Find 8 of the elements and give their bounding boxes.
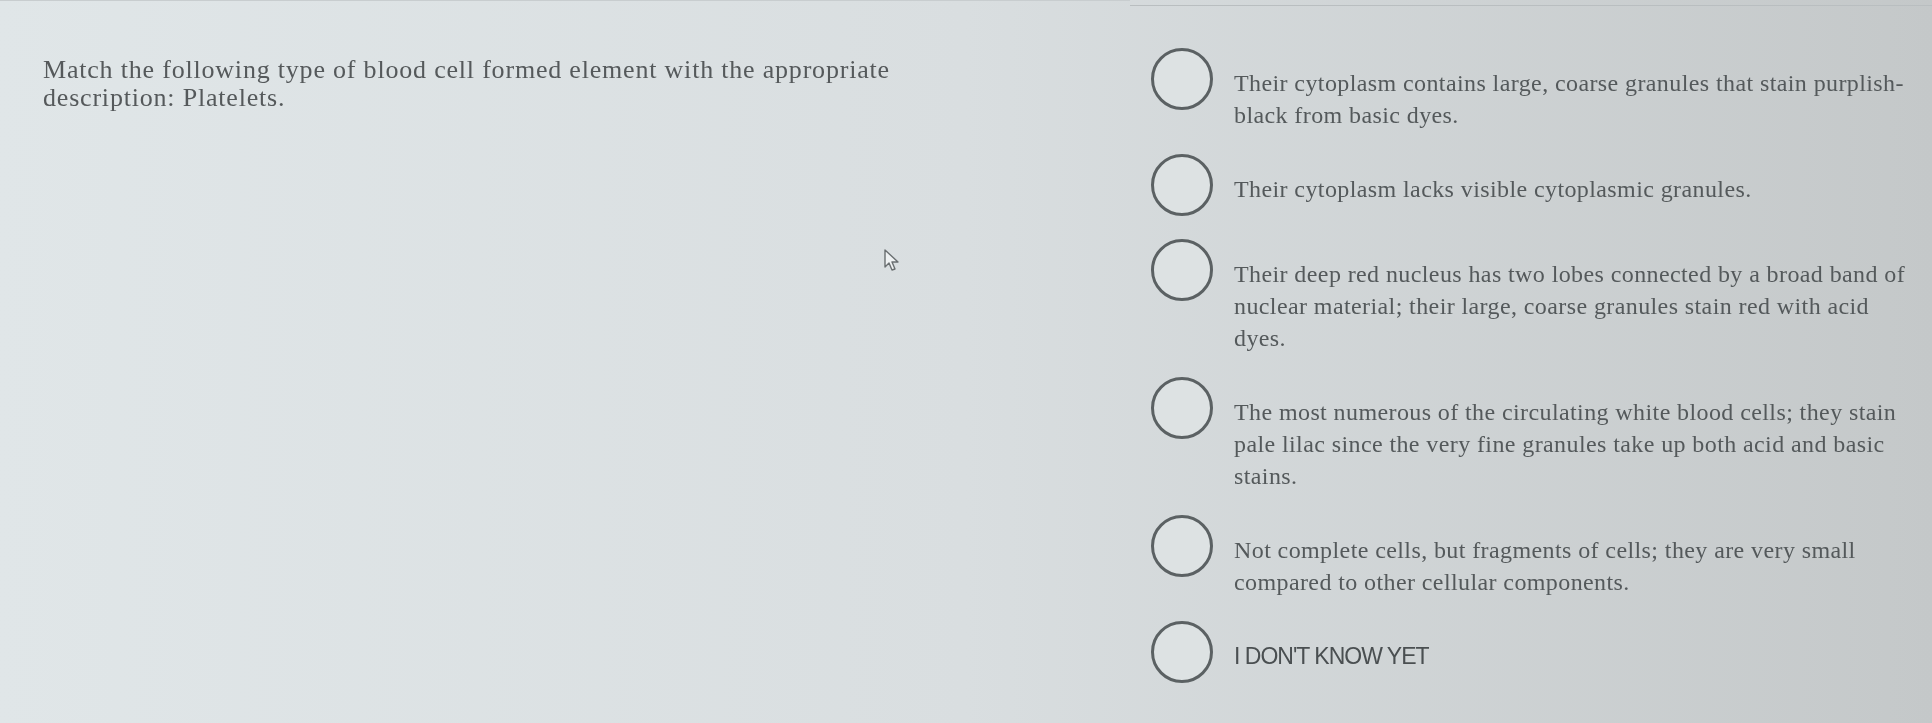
mouse-pointer-icon xyxy=(884,249,900,271)
option-label: Their cytoplasm lacks visible cytoplasmic granules. xyxy=(1234,175,1753,204)
option-label: Their deep red nucleus has two lobes connected by a broad band of nuclear material; their large, coarse granules stain red with acid dyes. xyxy=(1234,260,1907,353)
option-label: I DON'T KNOW YET xyxy=(1234,642,1430,671)
option-label: The most numerous of the circulating white blood cells; they stain pale lilac since the very fine granules take up both acid and basic stains. xyxy=(1234,398,1898,491)
question-text: Match the following type of blood cell formed element with the appropriate description: Platelets. xyxy=(43,56,891,112)
option-label: Not complete cells, but fragments of cells; they are very small compared to other cellular components. xyxy=(1234,536,1857,597)
option-label: Their cytoplasm contains large, coarse granules that stain purplish-black from basic dyes. xyxy=(1234,69,1905,130)
